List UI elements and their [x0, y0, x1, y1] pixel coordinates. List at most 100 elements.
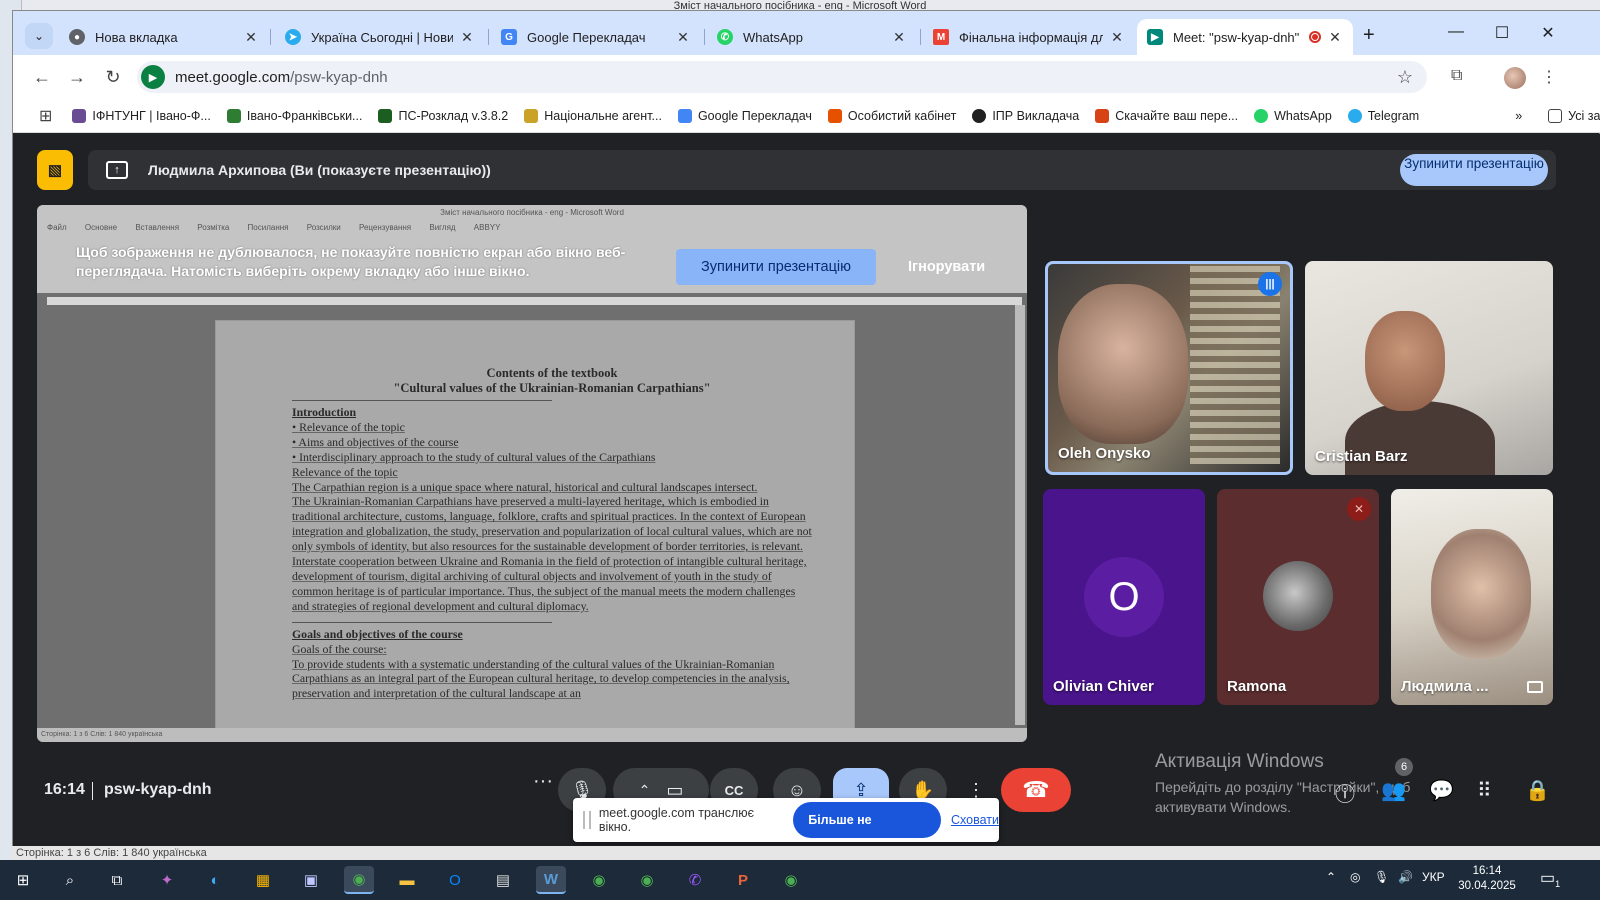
- calculator-icon[interactable]: ▤: [488, 866, 518, 894]
- word-icon[interactable]: W: [536, 866, 566, 894]
- language-indicator[interactable]: УКР: [1422, 870, 1445, 884]
- file-explorer-icon[interactable]: ▬: [392, 866, 422, 894]
- hangup-icon: ☎: [1022, 777, 1050, 802]
- chrome-icon: ●: [69, 29, 85, 45]
- search-icon[interactable]: ⌕: [55, 866, 85, 894]
- tab-new-tab[interactable]: ● Нова вкладка ✕: [59, 19, 269, 55]
- chat-icon[interactable]: 💬: [1429, 778, 1454, 803]
- bookmark-item[interactable]: ПС-Розклад v.3.8.2: [378, 108, 508, 123]
- bookmark-item[interactable]: WhatsApp: [1254, 108, 1332, 123]
- tab-meet[interactable]: ▶ Meet: "psw-kyap-dnh" ✕: [1137, 19, 1353, 55]
- maximize-icon[interactable]: ☐: [1479, 23, 1525, 43]
- doc-line: • Aims and objectives of the course: [292, 434, 459, 449]
- close-icon[interactable]: ✕: [459, 29, 475, 46]
- participant-tile[interactable]: ||| Oleh Onysko: [1045, 261, 1293, 475]
- tab-label: WhatsApp: [743, 29, 803, 45]
- translate-icon: G: [501, 29, 517, 45]
- participant-tile[interactable]: Cristian Barz: [1305, 261, 1553, 475]
- tab-gmail[interactable]: M Фінальна інформація для с ✕: [923, 19, 1135, 55]
- warning-ignore-button[interactable]: Ігнорувати: [908, 249, 985, 285]
- bookmark-item[interactable]: Івано-Франківськи...: [226, 108, 362, 123]
- edge-icon[interactable]: ◐: [200, 866, 230, 894]
- presenter-text: Людмила Архипова (Ви (показуєте презента…: [148, 162, 491, 178]
- more-options-icon[interactable]: ···: [533, 770, 553, 793]
- extensions-icon[interactable]: ⧉: [1451, 67, 1462, 85]
- tab-search-button[interactable]: ⌄: [25, 23, 53, 49]
- screen-share-off-icon[interactable]: ▧: [37, 150, 73, 190]
- viber-icon[interactable]: ✆: [680, 866, 710, 894]
- close-icon[interactable]: ✕: [243, 29, 259, 46]
- close-window-icon[interactable]: ✕: [1525, 23, 1571, 43]
- warning-stop-presenting-button[interactable]: Зупинити презентацію: [676, 249, 876, 285]
- word-status-preview: Сторінка: 1 з 6 Слів: 1 840 українська: [37, 728, 1027, 742]
- close-icon[interactable]: ✕: [891, 29, 907, 46]
- minimize-icon[interactable]: —: [1433, 23, 1479, 41]
- forward-icon[interactable]: →: [65, 65, 89, 89]
- back-icon[interactable]: ←: [30, 65, 54, 89]
- participant-tile[interactable]: O Olivian Chiver: [1043, 489, 1205, 705]
- close-icon[interactable]: ✕: [675, 29, 691, 46]
- copilot-icon[interactable]: ✦: [152, 866, 182, 894]
- chrome-icon[interactable]: ◉: [584, 866, 614, 894]
- bookmark-item[interactable]: Google Перекладач: [677, 108, 812, 123]
- participant-tile[interactable]: ✕ Ramona: [1217, 489, 1379, 705]
- chrome-icon[interactable]: ◉: [344, 866, 374, 894]
- tab-label: Нова вкладка: [95, 29, 178, 45]
- bookmarks-overflow-button[interactable]: »: [1515, 109, 1522, 123]
- bookmark-item[interactable]: Національне агент...: [524, 108, 662, 123]
- all-bookmarks-folder[interactable]: Усі закладки: [1548, 108, 1600, 123]
- profile-avatar[interactable]: [1504, 67, 1526, 89]
- tab-strip: ⌄ ● Нова вкладка ✕ ➤ Україна Сьогодні | …: [13, 11, 1600, 55]
- volume-icon[interactable]: 🔊: [1398, 870, 1413, 884]
- info-icon[interactable]: ⓘ: [1335, 778, 1355, 807]
- powerpoint-icon[interactable]: P: [728, 866, 758, 894]
- bookmark-item[interactable]: Скачайте ваш пере...: [1095, 108, 1238, 123]
- doc-title: Contents of the textbook: [486, 366, 618, 380]
- bookmark-item[interactable]: Telegram: [1347, 108, 1419, 123]
- tab-google-translate[interactable]: G Google Перекладач ✕: [491, 19, 701, 55]
- reload-icon[interactable]: ↻: [101, 65, 125, 89]
- address-bar[interactable]: ▶ meet.google.com/psw-kyap-dnh ☆: [137, 61, 1427, 93]
- chrome-icon[interactable]: ◉: [632, 866, 662, 894]
- activities-icon[interactable]: ⠿: [1477, 778, 1492, 803]
- site-info-icon[interactable]: ▶: [141, 65, 165, 89]
- stop-sharing-button[interactable]: Більше не ділитися: [793, 802, 942, 863]
- chevron-up-icon[interactable]: ⌃: [1326, 870, 1336, 884]
- start-icon[interactable]: ⊞: [8, 866, 38, 894]
- people-icon[interactable]: 👥: [1381, 778, 1406, 803]
- close-icon[interactable]: ✕: [1327, 29, 1343, 46]
- mic-tray-icon[interactable]: 🎙: [1374, 870, 1389, 884]
- doc-line: Relevance of the topic: [292, 464, 398, 479]
- new-tab-button[interactable]: +: [1363, 25, 1375, 45]
- apps-grid-icon[interactable]: ⊞: [39, 106, 52, 126]
- stop-presenting-button[interactable]: Зупинити презентацію: [1400, 154, 1548, 186]
- task-view-icon[interactable]: ⧉: [102, 866, 132, 894]
- camera-tray-icon[interactable]: ◎: [1350, 870, 1360, 884]
- drag-handle[interactable]: [583, 811, 591, 829]
- store-icon[interactable]: ▦: [248, 866, 278, 894]
- word-status-bar: Сторінка: 1 з 6 Слів: 1 840 українська: [12, 846, 1600, 860]
- leave-call-button[interactable]: ☎: [1001, 768, 1071, 812]
- system-clock[interactable]: 16:14 30.04.2025: [1452, 864, 1522, 894]
- document-content: Contents of the textbook "Cultural value…: [292, 366, 812, 701]
- bookmark-item[interactable]: ІФНТУНГ | Івано-Ф...: [72, 108, 211, 123]
- chrome-icon[interactable]: ◉: [776, 866, 806, 894]
- menu-icon[interactable]: ⋮: [1541, 67, 1557, 87]
- hide-link[interactable]: Сховати: [951, 813, 999, 827]
- bookmark-item[interactable]: Особистий кабінет: [827, 108, 956, 123]
- mic-off-icon: ✕: [1347, 497, 1371, 521]
- video-feed: [1058, 284, 1188, 444]
- close-icon[interactable]: ✕: [1109, 29, 1125, 46]
- bookmark-star-icon[interactable]: ☆: [1397, 67, 1413, 88]
- outlook-icon[interactable]: O: [440, 866, 470, 894]
- host-controls-icon[interactable]: 🔒: [1525, 778, 1550, 803]
- notifications-icon[interactable]: ▭1: [1540, 868, 1560, 889]
- tab-ukraine-today[interactable]: ➤ Україна Сьогодні | Новини ✕: [275, 19, 485, 55]
- save-icon[interactable]: ▣: [296, 866, 326, 894]
- url-text: meet.google.com/psw-kyap-dnh: [175, 68, 388, 86]
- tab-whatsapp[interactable]: ✆ WhatsApp ✕: [707, 19, 917, 55]
- windows-taskbar: ⊞ ⌕ ⧉ ✦ ◐ ▦ ▣ ◉ ▬ O ▤ W ◉ ◉ ✆ P ◉ ⌃ ◎ 🎙 …: [0, 860, 1600, 900]
- picture-in-picture-icon[interactable]: [1527, 681, 1543, 693]
- bookmark-item[interactable]: ІПР Викладача: [972, 108, 1079, 123]
- participant-tile[interactable]: Людмила ...: [1391, 489, 1553, 705]
